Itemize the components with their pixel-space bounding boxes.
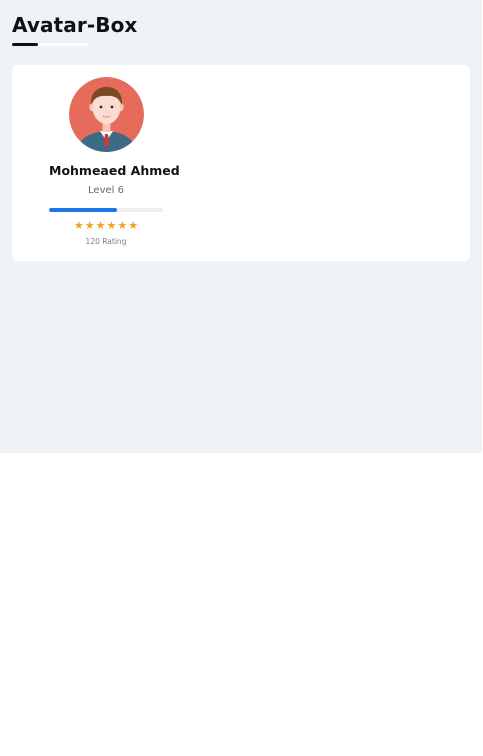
star-icon: ★ [128,219,139,232]
rating-count: 120 Rating [85,237,127,246]
star-icon: ★ [117,219,128,232]
page-background: Avatar-Box Mohmeaed Ahmed Level 6 ★★★★★★… [0,0,482,453]
user-level: Level 6 [88,185,124,196]
rating-stars: ★★★★★★ [49,218,163,232]
level-progress-fill [49,208,118,212]
avatar-card: Mohmeaed Ahmed Level 6 ★★★★★★ 120 Rating [12,65,470,261]
star-icon: ★ [106,219,117,232]
level-progress-bar [49,208,163,212]
star-icon: ★ [73,219,84,232]
male-person-avatar-icon [69,77,144,152]
avatar-illustration [69,77,144,152]
page-title: Avatar-Box [12,13,138,37]
star-icon: ★ [84,219,95,232]
star-icon: ★ [95,219,106,232]
title-underline-accent [12,43,38,46]
avatar-box: Mohmeaed Ahmed Level 6 ★★★★★★ 120 Rating [49,77,180,253]
user-name: Mohmeaed Ahmed [49,163,180,178]
